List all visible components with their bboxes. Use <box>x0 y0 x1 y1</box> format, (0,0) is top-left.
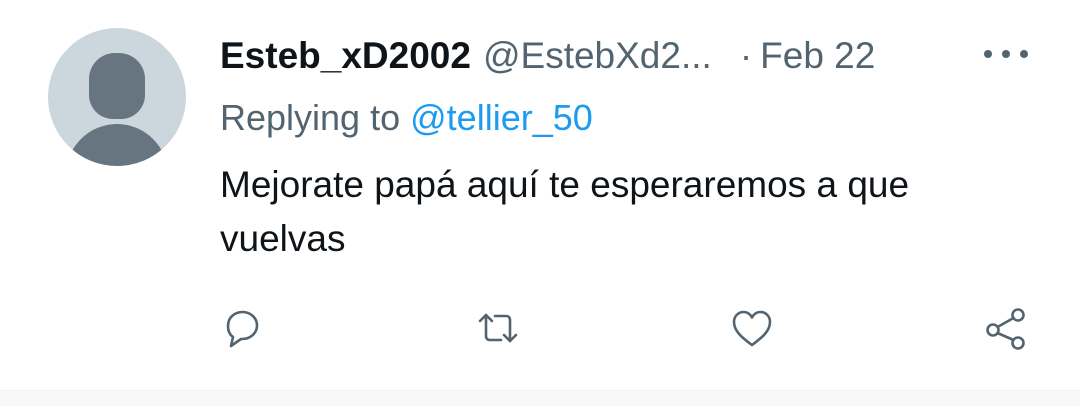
reply-button[interactable] <box>214 300 270 356</box>
tweet-date[interactable]: Feb 22 <box>760 32 875 80</box>
display-name[interactable]: Esteb_xD2002 <box>220 32 471 80</box>
tweet-card[interactable]: Esteb_xD2002 @EstebXd2... · Feb 22 Reply… <box>0 0 1080 390</box>
replying-to-label: Replying to <box>220 97 401 138</box>
like-button[interactable] <box>724 300 780 356</box>
more-dot <box>984 50 992 58</box>
share-button[interactable] <box>978 300 1034 356</box>
avatar-shoulders-shape <box>66 124 168 166</box>
more-options-icon[interactable] <box>984 44 1028 64</box>
avatar[interactable] <box>48 28 186 166</box>
retweet-button[interactable] <box>470 300 526 356</box>
replying-to-mention[interactable]: @tellier_50 <box>410 97 593 138</box>
retweet-icon <box>478 313 518 343</box>
user-handle[interactable]: @EstebXd2... <box>483 32 712 80</box>
share-icon <box>986 308 1025 350</box>
like-icon <box>732 310 772 347</box>
reply-icon <box>226 310 259 348</box>
action-bar <box>0 300 1080 360</box>
more-dot <box>1020 50 1028 58</box>
header-separator: · <box>739 35 753 76</box>
tweet-divider <box>0 390 1080 406</box>
avatar-head-shape <box>89 53 145 119</box>
tweet-header: Esteb_xD2002 @EstebXd2... · Feb 22 <box>220 32 875 80</box>
more-dot <box>1002 50 1010 58</box>
tweet-text: Mejorate papá aquí te esperaremos a que … <box>220 164 910 259</box>
replying-to: Replying to @tellier_50 <box>220 94 593 142</box>
